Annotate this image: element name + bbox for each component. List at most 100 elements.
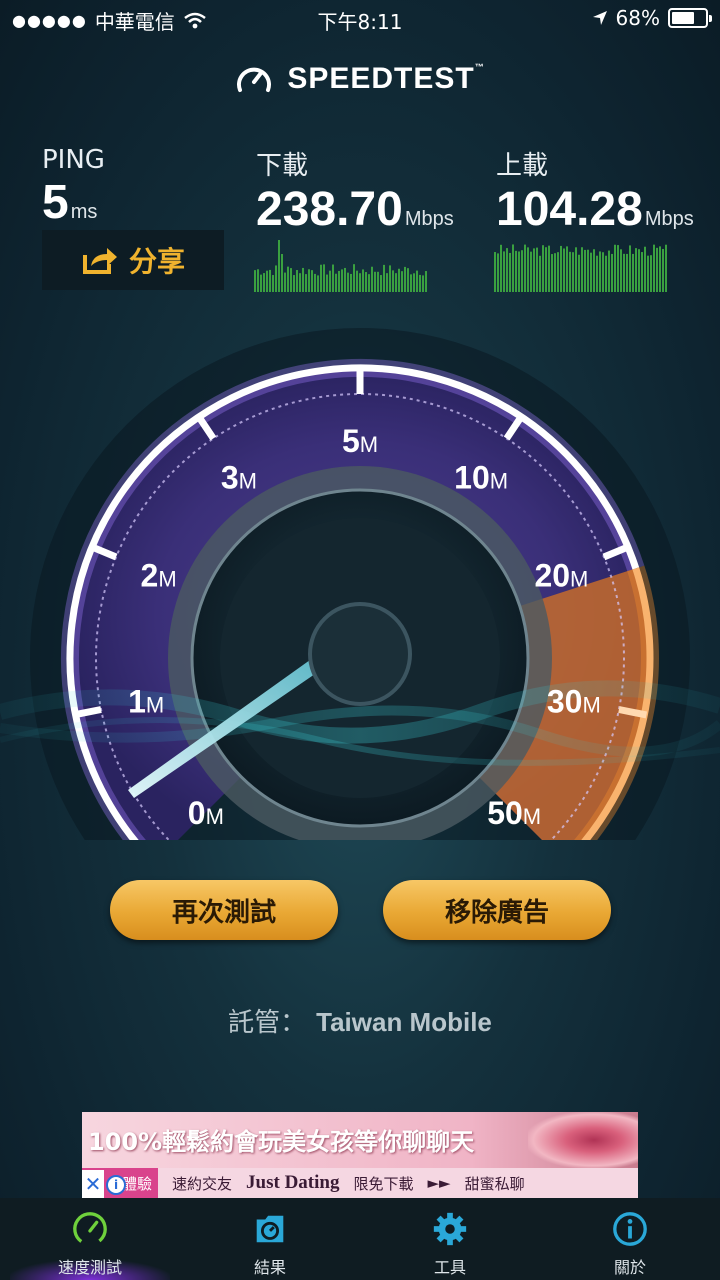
sparkline-bar: [518, 251, 520, 292]
location-arrow-icon: [592, 11, 607, 25]
host-name: Taiwan Mobile: [316, 1007, 492, 1037]
sparkline-bar: [515, 250, 517, 292]
sparkline-bar: [263, 273, 265, 292]
info-icon: [613, 1212, 647, 1246]
host-label: 託管：: [228, 1008, 307, 1038]
ad-image: [528, 1112, 638, 1168]
upload-label: 上載: [496, 151, 549, 181]
sparkline-bar: [407, 268, 409, 292]
sparkline-bar: [632, 253, 634, 292]
ad-info-icon[interactable]: i: [106, 1175, 126, 1195]
ping-label: PING: [42, 145, 105, 175]
ad-brand: Just Dating: [246, 1172, 340, 1193]
sparkline-bar: [317, 275, 319, 292]
tab-speed-test[interactable]: 速度測試: [0, 1198, 180, 1280]
sparkline-bar: [377, 271, 379, 292]
sparkline-bar: [635, 248, 637, 292]
sparkline-bar: [545, 247, 547, 292]
sparkline-bar: [272, 275, 274, 292]
sparkline-bar: [665, 244, 667, 292]
status-right: 68%: [592, 6, 712, 30]
sparkline-bar: [260, 274, 262, 292]
sparkline-bar: [410, 274, 412, 292]
sparkline-bar: [626, 253, 628, 292]
download-unit: Mbps: [404, 208, 454, 230]
sparkline-bar: [575, 247, 577, 292]
sparkline-bar: [641, 252, 643, 292]
sparkline-bar: [530, 251, 532, 292]
sparkline-bar: [596, 255, 598, 292]
sparkline-bar: [554, 253, 556, 292]
sparkline-bar: [659, 246, 661, 292]
sparkline-bar: [593, 249, 595, 292]
ping-value: 5: [42, 176, 69, 229]
sparkline-bar: [629, 245, 631, 292]
logo-trademark: ™: [474, 62, 485, 72]
remove-ads-button[interactable]: 移除廣告: [383, 880, 611, 940]
sparkline-bar: [422, 275, 424, 292]
sparkline-bar: [494, 252, 496, 292]
sparkline-bar: [347, 272, 349, 292]
ad-item-1: 速約交友: [172, 1174, 233, 1193]
tab-about[interactable]: 關於: [540, 1198, 720, 1280]
ad-close-icon[interactable]: ✕: [82, 1170, 104, 1198]
sparkline-bar: [401, 271, 403, 292]
sparkline-bar: [647, 255, 649, 292]
sparkline-bar: [338, 270, 340, 292]
upload-sparkline: [494, 244, 667, 292]
sparkline-bar: [281, 254, 283, 292]
sparkline-bar: [392, 270, 394, 292]
sparkline-bar: [368, 274, 370, 292]
download-label: 下載: [256, 151, 309, 181]
sparkline-bar: [617, 245, 619, 292]
sparkline-bar: [398, 268, 400, 292]
sparkline-bar: [599, 251, 601, 292]
sparkline-bar: [425, 271, 427, 292]
ad-banner[interactable]: 100%輕鬆約會玩美女孩等你聊聊天 體驗 速約交友 Just Dating 限免…: [82, 1112, 638, 1198]
ad-headline: 100%輕鬆約會玩美女孩等你聊聊天: [88, 1128, 475, 1156]
ad-arrows: ►►: [427, 1174, 451, 1192]
sparkline-bar: [395, 273, 397, 292]
ad-item-3: 甜蜜私聊: [464, 1174, 525, 1193]
sparkline-bar: [308, 269, 310, 292]
sparkline-bar: [299, 273, 301, 292]
sparkline-bar: [590, 252, 592, 292]
tab-label: 速度測試: [57, 1258, 122, 1277]
sparkline-bar: [326, 274, 328, 292]
upload-value: 104.28: [496, 183, 643, 236]
ad-bottom-bar: 體驗 速約交友 Just Dating 限免下載 ►► 甜蜜私聊: [82, 1168, 638, 1198]
tab-tools[interactable]: 工具: [360, 1198, 540, 1280]
speed-gauge: 0M1M2M3M5M10M20M30M50M: [0, 328, 720, 840]
battery-icon: [668, 8, 712, 28]
sparkline-bar: [608, 250, 610, 292]
sparkline-bar: [650, 255, 652, 292]
sparkline-bar: [524, 244, 526, 292]
results-icon: [256, 1215, 284, 1243]
sparkline-bar: [563, 248, 565, 292]
ping-unit: ms: [70, 201, 98, 223]
share-button[interactable]: 分享: [42, 230, 224, 290]
upload-stat: 上載 104.28 Mbps: [496, 145, 694, 234]
sparkline-bar: [584, 249, 586, 292]
sparkline-bar: [500, 244, 502, 292]
tab-label: 關於: [613, 1258, 646, 1277]
upload-unit: Mbps: [644, 208, 694, 230]
upload-value-row: 104.28 Mbps: [496, 186, 694, 234]
sparkline-bar: [284, 272, 286, 292]
sparkline-bar: [560, 245, 562, 292]
sparkline-bar: [311, 270, 313, 292]
download-value: 238.70: [256, 183, 403, 236]
sparkline-bar: [314, 273, 316, 292]
sparkline-bar: [587, 249, 589, 292]
sparkline-bar: [371, 266, 373, 292]
download-value-row: 238.70 Mbps: [256, 186, 454, 234]
sparkline-bar: [266, 270, 268, 292]
sparkline-bar: [257, 269, 259, 292]
retest-button[interactable]: 再次測試: [110, 880, 338, 940]
sparkline-bar: [602, 252, 604, 292]
sparkline-bar: [302, 267, 304, 292]
sparkline-bar: [323, 264, 325, 292]
sparkline-bar: [551, 254, 553, 292]
tab-results[interactable]: 結果: [180, 1198, 360, 1280]
sparkline-bar: [350, 273, 352, 292]
